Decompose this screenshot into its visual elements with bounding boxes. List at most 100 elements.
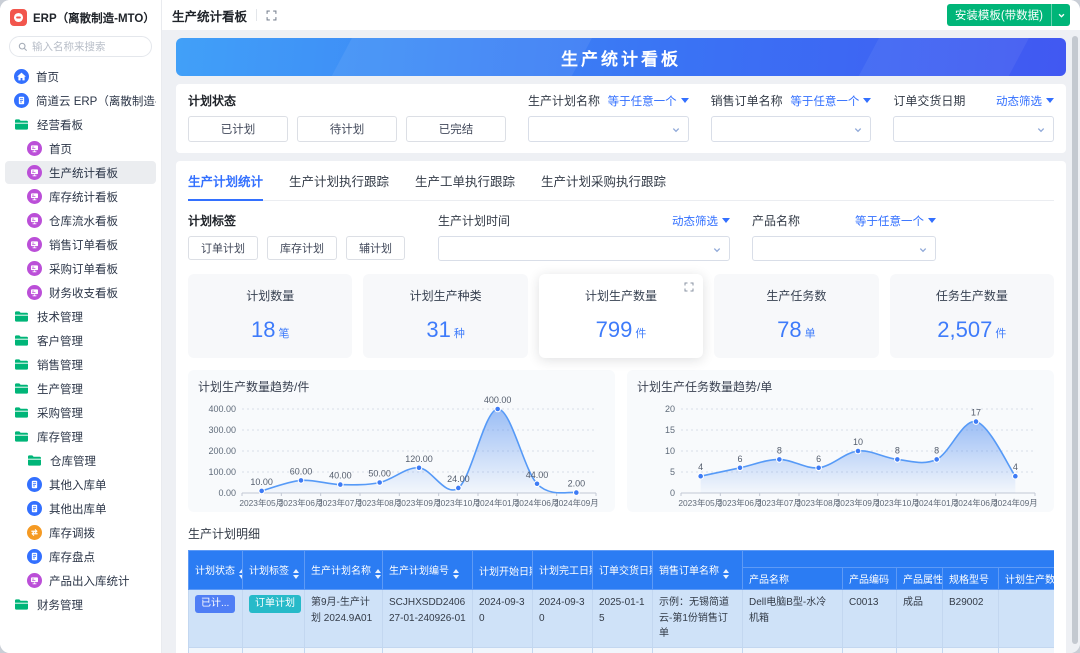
filter-op-link[interactable]: 动态筛选 (996, 93, 1054, 109)
dashboard-icon (27, 213, 42, 228)
sidebar-item-17[interactable]: 其他入库单 (5, 473, 156, 496)
plan-tag-group: 计划标签 订单计划库存计划辅计划 (188, 212, 416, 261)
sidebar-item-13[interactable]: 生产管理 (5, 377, 156, 400)
filter-label: 销售订单名称 (711, 92, 783, 109)
sidebar-item-6[interactable]: 仓库流水看板 (5, 209, 156, 232)
col-header-5[interactable]: 计划完工日期 (533, 551, 593, 590)
sidebar-item-15[interactable]: 库存管理 (5, 425, 156, 448)
sub-col-header-2[interactable]: 产品属性 (897, 568, 943, 590)
filter-select[interactable] (711, 116, 872, 142)
tab-1[interactable]: 生产计划执行跟踪 (289, 171, 389, 201)
expand-icon[interactable] (684, 282, 694, 292)
plan-status-option-0[interactable]: 已计划 (188, 116, 288, 142)
folder-icon (14, 430, 30, 444)
col-header-3[interactable]: 生产计划编号 (383, 551, 473, 590)
sidebar-item-19[interactable]: 库存调拨 (5, 521, 156, 544)
filter-select[interactable] (893, 116, 1054, 142)
sidebar-item-22[interactable]: 财务管理 (5, 593, 156, 616)
svg-text:10: 10 (853, 437, 863, 447)
sub-col-header-0[interactable]: 产品名称 (743, 568, 843, 590)
col-header-1[interactable]: 计划标签 (243, 551, 305, 590)
tab-3[interactable]: 生产计划采购执行跟踪 (541, 171, 666, 201)
svg-text:8: 8 (777, 445, 782, 455)
tabs: 生产计划统计生产计划执行跟踪生产工单执行跟踪生产计划采购执行跟踪 (188, 161, 1054, 201)
sidebar-item-0[interactable]: 首页 (5, 65, 156, 88)
tab-2[interactable]: 生产工单执行跟踪 (415, 171, 515, 201)
sort-icon[interactable] (239, 569, 243, 579)
sidebar-item-8[interactable]: 采购订单看板 (5, 257, 156, 280)
plan-tag-buttons: 订单计划库存计划辅计划 (188, 236, 416, 260)
col-header-6[interactable]: 订单交货日期 (593, 551, 653, 590)
table-row-0[interactable]: 已计...订单计划第9月-生产计划 2024.9A01SCJHXSDD24062… (189, 590, 1055, 648)
filter-op-link[interactable]: 等于任意一个 (790, 93, 871, 109)
sidebar-item-5[interactable]: 库存统计看板 (5, 185, 156, 208)
sidebar-item-3[interactable]: 首页 (5, 137, 156, 160)
table-row-1[interactable]: 已完...订单计划第6月-生产计划 2024.6A03SCJHXSDD24062… (189, 647, 1055, 653)
stat-label: 计划数量 (188, 274, 352, 304)
product-name-op-link[interactable]: 等于任意一个 (855, 213, 936, 229)
sidebar-item-16[interactable]: 仓库管理 (5, 449, 156, 472)
sidebar-item-7[interactable]: 销售订单看板 (5, 233, 156, 256)
stat-label: 计划生产种类 (363, 274, 527, 304)
stat-unit: 笔 (278, 328, 289, 340)
sidebar-item-21[interactable]: 产品出入库统计 (5, 569, 156, 592)
plan-time-op-link[interactable]: 动态筛选 (672, 213, 730, 229)
sub-col-header-3[interactable]: 规格型号 (943, 568, 999, 590)
filter-op-link[interactable]: 等于任意一个 (608, 93, 689, 109)
install-template-button[interactable]: 安装模板(带数据) (947, 4, 1070, 26)
app-logo-icon (10, 9, 27, 26)
sub-col-header-1[interactable]: 产品编码 (843, 568, 897, 590)
document-icon (27, 501, 42, 516)
table-cell: 示例：无锡简道云-第1份销售订单 (653, 647, 743, 653)
stat-unit: 件 (635, 328, 646, 340)
table-cell (999, 590, 1055, 648)
sidebar-item-label: 仓库流水看板 (49, 213, 118, 229)
col-header-2[interactable]: 生产计划名称 (305, 551, 383, 590)
fullscreen-icon[interactable] (266, 10, 277, 21)
sidebar-header: ERP（离散制造-MTO） (0, 0, 161, 29)
table-cell: 笔记本电脑 (743, 647, 843, 653)
plan-tag-option-2[interactable]: 辅计划 (346, 236, 405, 260)
plan-time-filter: 生产计划时间 动态筛选 (438, 212, 730, 261)
chevron-down-icon (853, 125, 863, 135)
plan-time-select[interactable] (438, 236, 730, 261)
product-name-select[interactable] (752, 236, 936, 261)
table-cell: 第6月-生产计划 2024.6A03 (305, 647, 383, 653)
search-placeholder: 输入名称来搜索 (32, 39, 106, 54)
sort-icon[interactable] (723, 569, 729, 579)
sidebar-item-12[interactable]: 销售管理 (5, 353, 156, 376)
svg-text:2023年07月: 2023年07月 (757, 498, 802, 508)
filter-select[interactable] (528, 116, 689, 142)
sidebar-item-18[interactable]: 其他出库单 (5, 497, 156, 520)
sidebar-item-10[interactable]: 技术管理 (5, 305, 156, 328)
filter-group-1: 销售订单名称等于任意一个 (711, 92, 872, 142)
plan-tag-badge: 订单计划 (249, 595, 301, 613)
col-header-7[interactable]: 销售订单名称 (653, 551, 743, 590)
chevron-down-icon[interactable] (1052, 4, 1070, 26)
tab-0[interactable]: 生产计划统计 (188, 171, 263, 201)
sidebar-search-input[interactable]: 输入名称来搜索 (9, 36, 152, 57)
sidebar-item-20[interactable]: 库存盘点 (5, 545, 156, 568)
sidebar-item-11[interactable]: 客户管理 (5, 329, 156, 352)
col-header-4[interactable]: 计划开始日期 (473, 551, 533, 590)
sidebar-item-label: 其他出库单 (49, 501, 107, 517)
plan-tag-option-1[interactable]: 库存计划 (267, 236, 337, 260)
sub-col-header-4[interactable]: 计划生产数量 (999, 568, 1055, 590)
vertical-scrollbar[interactable] (1072, 36, 1078, 644)
sort-icon[interactable] (375, 569, 381, 579)
plan-tag-option-0[interactable]: 订单计划 (188, 236, 258, 260)
sidebar-item-1[interactable]: 简道云 ERP（离散制造-MTO） ... (5, 89, 156, 112)
sidebar-item-2[interactable]: 经营看板 (5, 113, 156, 136)
sort-icon[interactable] (453, 569, 459, 579)
sort-icon[interactable] (293, 569, 299, 579)
sidebar-item-4[interactable]: 生产统计看板 (5, 161, 156, 184)
sidebar-item-9[interactable]: 财务收支看板 (5, 281, 156, 304)
sidebar-item-label: 采购管理 (37, 405, 83, 421)
sidebar-item-label: 技术管理 (37, 309, 83, 325)
plan-status-option-2[interactable]: 已完结 (406, 116, 506, 142)
table-cell: 成品 (897, 590, 943, 648)
plan-status-option-1[interactable]: 待计划 (297, 116, 397, 142)
sidebar-item-14[interactable]: 采购管理 (5, 401, 156, 424)
table-cell: 成品 (897, 647, 943, 653)
col-header-0[interactable]: 计划状态 (189, 551, 243, 590)
